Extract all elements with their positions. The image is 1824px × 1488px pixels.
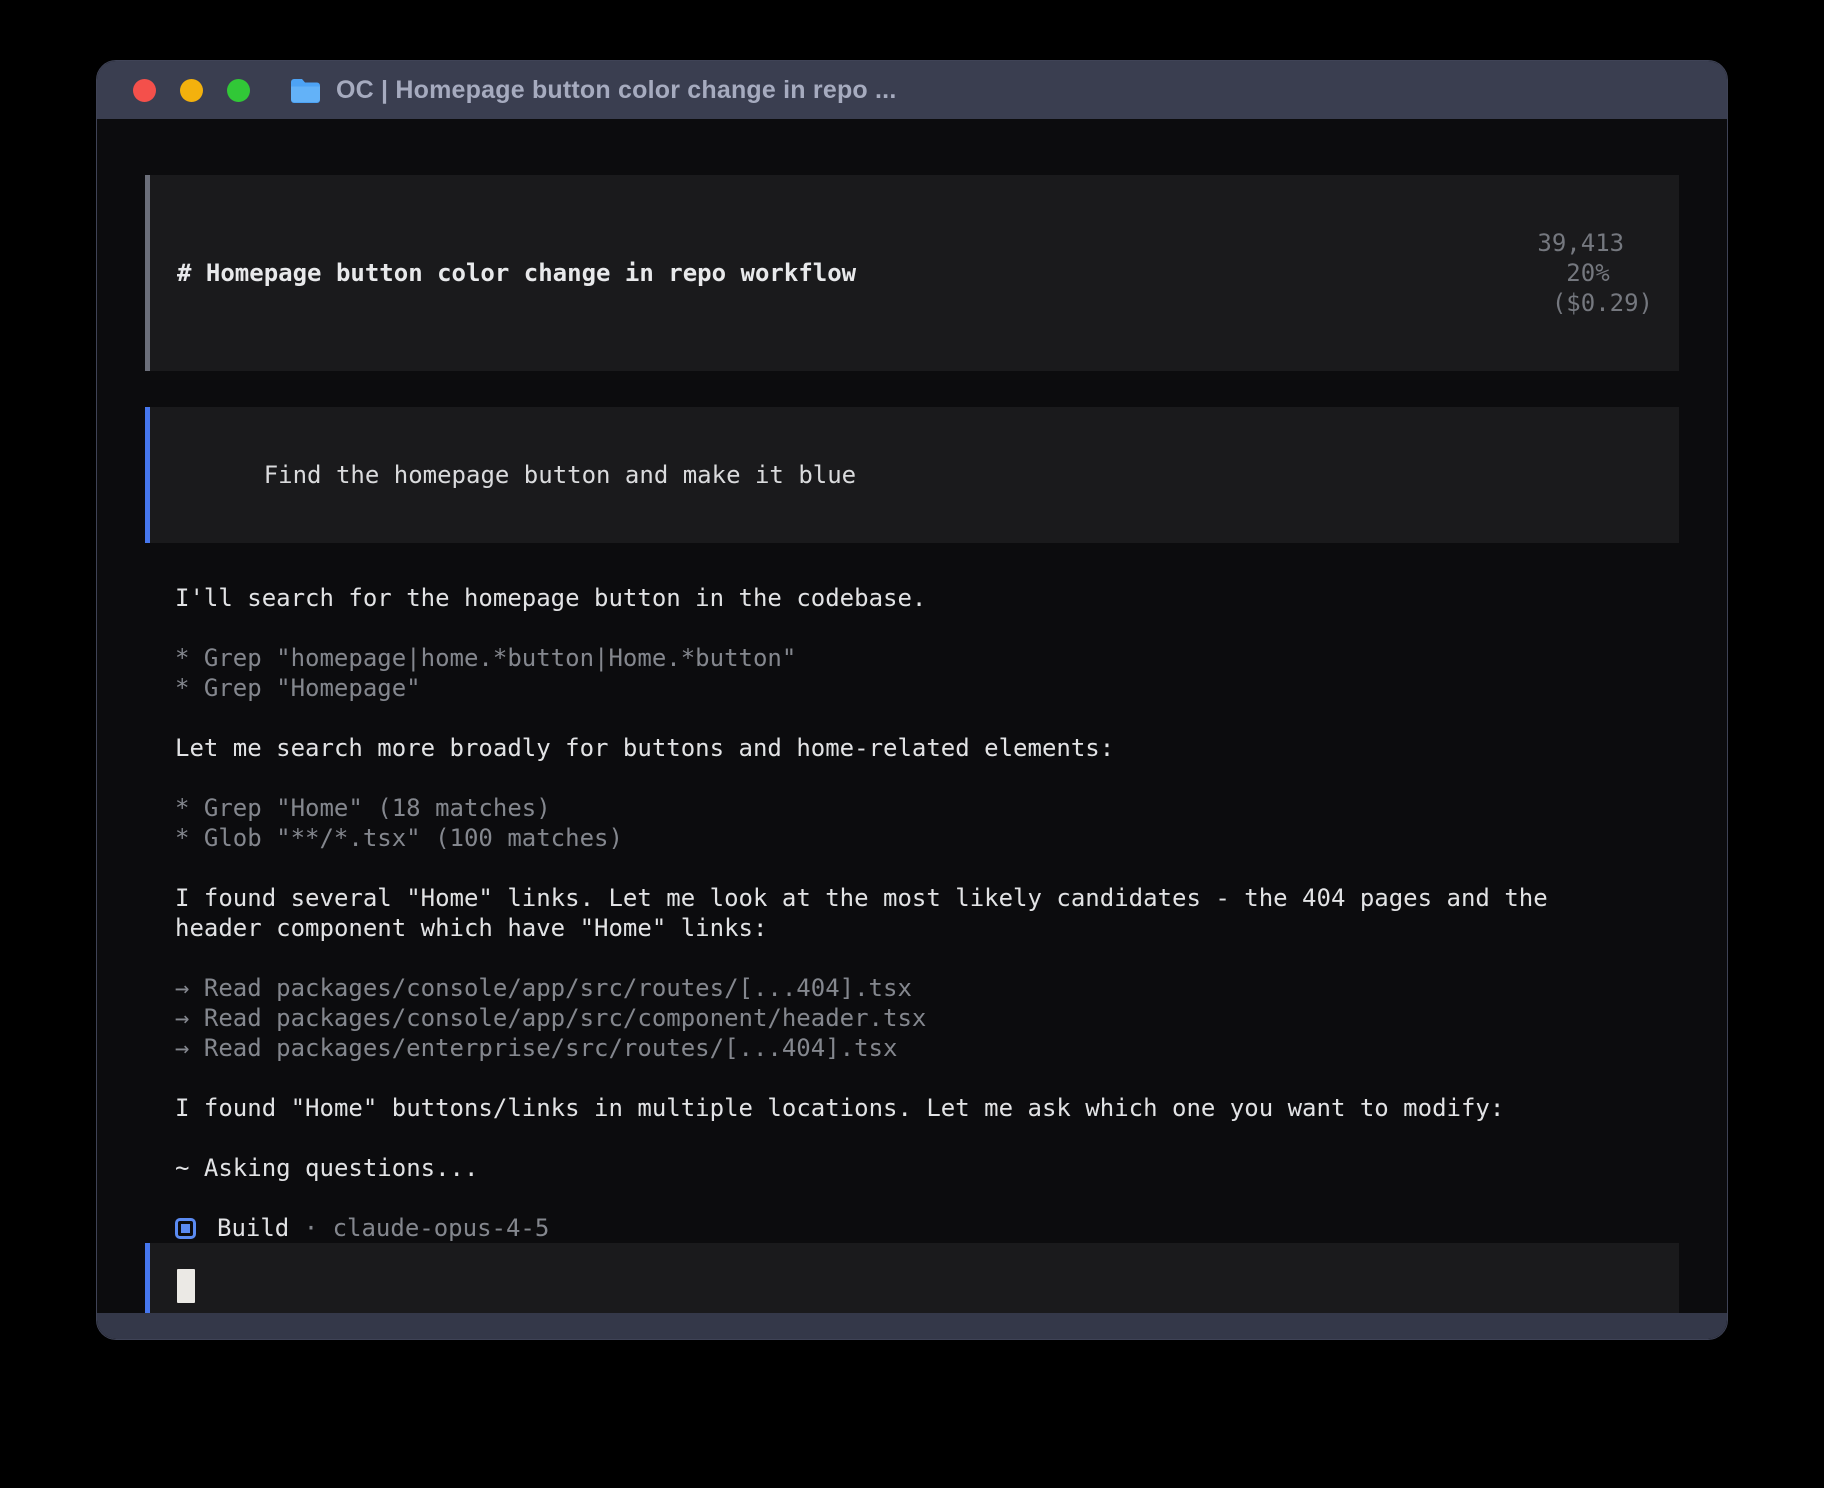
folder-icon — [290, 78, 321, 103]
session-title: # Homepage button color change in repo w… — [177, 258, 856, 288]
prompt-input[interactable]: Build Claude Opus 4.5 OpenCode Zen — [145, 1243, 1679, 1313]
dot-separator: · — [304, 1213, 318, 1243]
agent-task-row: Build · claude-opus-4-5 — [175, 1213, 1635, 1243]
session-cost: ($0.29) — [1552, 289, 1653, 317]
terminal-content: # Homepage button color change in repo w… — [97, 119, 1727, 1313]
tool-call-group: * Grep "homepage|home.*button|Home.*butto… — [175, 643, 1635, 703]
tool-call-text: Read packages/console/app/src/routes/[..… — [204, 973, 912, 1003]
context-percent: 20% — [1566, 259, 1609, 287]
window-footer — [97, 1313, 1727, 1339]
agent-task-model: claude-opus-4-5 — [333, 1213, 550, 1243]
text-cursor — [177, 1269, 195, 1303]
window-titlebar[interactable]: OC | Homepage button color change in rep… — [97, 61, 1727, 119]
tool-marker-icon: * — [175, 673, 189, 703]
asking-status-line: ~ Asking questions... — [175, 1153, 1635, 1183]
agent-task-icon — [175, 1218, 196, 1239]
tool-call-text: Read packages/enterprise/src/routes/[...… — [204, 1033, 898, 1063]
user-message-text: Find the homepage button and make it blu… — [264, 461, 856, 489]
tool-call-row: * Grep "Home" (18 matches) — [175, 793, 1635, 823]
conversation: I'll search for the homepage button in t… — [175, 583, 1635, 1243]
tool-marker-icon: * — [175, 823, 189, 853]
terminal-window: OC | Homepage button color change in rep… — [96, 60, 1728, 1340]
tool-call-row: → Read packages/console/app/src/component… — [175, 1003, 1635, 1033]
tool-marker-icon: * — [175, 793, 189, 823]
assistant-text: I found "Home" buttons/links in multiple… — [175, 1093, 1635, 1123]
read-arrow-icon: → — [175, 1003, 189, 1033]
tool-call-text: Grep "Homepage" — [204, 673, 421, 703]
token-count: 39,413 — [1537, 229, 1624, 257]
read-arrow-icon: → — [175, 973, 189, 1003]
agent-task-name: Build — [217, 1213, 289, 1243]
tool-marker-icon: * — [175, 643, 189, 673]
tool-call-text: Read packages/console/app/src/component/… — [204, 1003, 926, 1033]
session-stats: 39,413 20% ($0.29) — [1422, 198, 1653, 348]
user-message: Find the homepage button and make it blu… — [145, 407, 1679, 543]
tool-call-text: Grep "homepage|home.*button|Home.*button… — [204, 643, 796, 673]
tool-call-group: * Grep "Home" (18 matches) * Glob "**/*.ts… — [175, 793, 1635, 853]
window-title: OC | Homepage button color change in rep… — [336, 76, 896, 105]
tool-call-row: → Read packages/console/app/src/routes/[.… — [175, 973, 1635, 1003]
session-header: # Homepage button color change in repo w… — [145, 175, 1679, 371]
tool-call-group: → Read packages/console/app/src/routes/[.… — [175, 973, 1635, 1063]
close-window-button[interactable] — [133, 79, 156, 102]
read-arrow-icon: → — [175, 1033, 189, 1063]
assistant-text: Let me search more broadly for buttons a… — [175, 733, 1635, 763]
tool-call-text: Grep "Home" (18 matches) — [204, 793, 551, 823]
tool-call-row: * Glob "**/*.tsx" (100 matches) — [175, 823, 1635, 853]
zoom-window-button[interactable] — [227, 79, 250, 102]
tool-call-row: → Read packages/enterprise/src/routes/[..… — [175, 1033, 1635, 1063]
minimize-window-button[interactable] — [180, 79, 203, 102]
assistant-text: I found several "Home" links. Let me loo… — [175, 883, 1635, 943]
assistant-text: I'll search for the homepage button in t… — [175, 583, 1635, 613]
tool-call-row: * Grep "homepage|home.*button|Home.*butto… — [175, 643, 1635, 673]
tool-call-text: Glob "**/*.tsx" (100 matches) — [204, 823, 623, 853]
tool-call-row: * Grep "Homepage" — [175, 673, 1635, 703]
